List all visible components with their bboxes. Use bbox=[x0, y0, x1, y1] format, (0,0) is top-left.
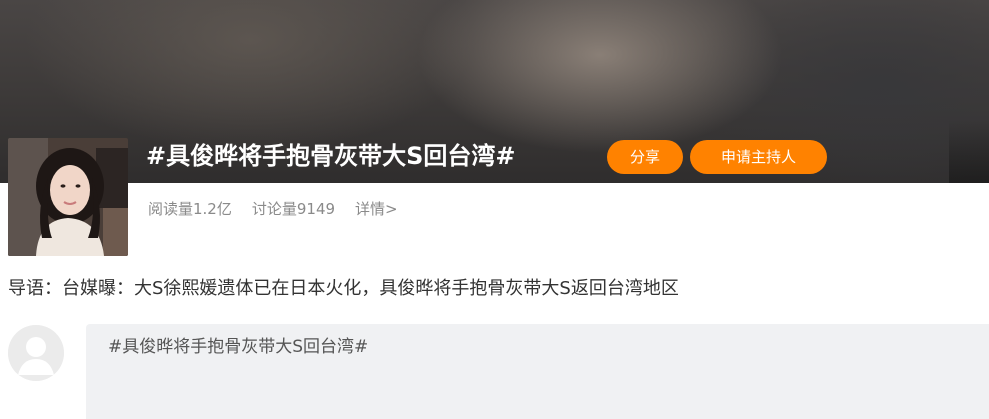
share-button[interactable]: 分享 bbox=[607, 140, 683, 174]
topic-avatar-image[interactable] bbox=[8, 138, 128, 256]
read-count: 阅读量1.2亿 bbox=[148, 200, 232, 218]
compose-textarea[interactable]: #具俊晔将手抱骨灰带大S回台湾# bbox=[86, 324, 989, 419]
default-user-avatar-icon bbox=[8, 325, 64, 381]
apply-host-button[interactable]: 申请主持人 bbox=[690, 140, 827, 174]
discussion-count: 讨论量9149 bbox=[251, 200, 336, 218]
user-avatar[interactable] bbox=[8, 325, 64, 381]
topic-stats: 阅读量1.2亿 讨论量9149 详情> bbox=[148, 197, 398, 221]
compose-text: #具俊晔将手抱骨灰带大S回台湾# bbox=[108, 337, 369, 357]
topic-photo-icon bbox=[8, 138, 128, 256]
topic-title: #具俊晔将手抱骨灰带大S回台湾# bbox=[146, 142, 516, 170]
topic-guide: 导语：台媒曝：大S徐熙媛遗体已在日本火化，具俊晔将手抱骨灰带大S返回台湾地区 bbox=[8, 278, 679, 299]
topic-page: #具俊晔将手抱骨灰带大S回台湾# 分享 申请主持人 阅读量1.2亿 讨论量9149… bbox=[0, 0, 989, 419]
details-link[interactable]: 详情> bbox=[355, 197, 398, 221]
banner-shade bbox=[949, 120, 989, 183]
